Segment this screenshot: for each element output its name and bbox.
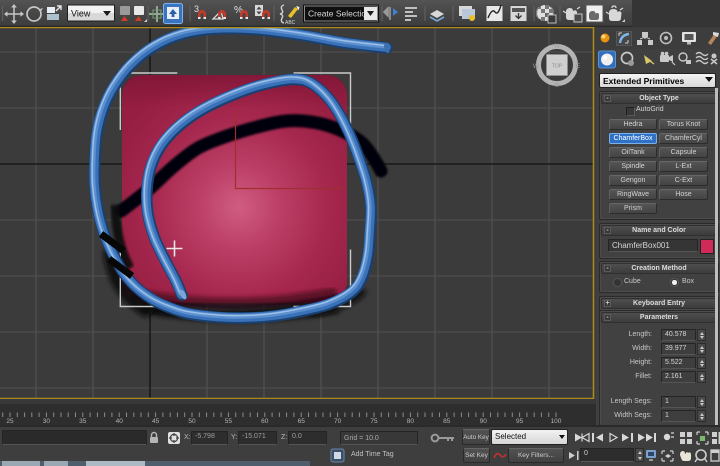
svg-text:25: 25 (6, 418, 14, 425)
svg-text:100: 100 (551, 418, 562, 425)
svg-text:60: 60 (261, 418, 269, 425)
svg-text:30: 30 (43, 418, 51, 425)
svg-text:3: 3 (194, 4, 199, 14)
svg-text:35: 35 (79, 418, 87, 425)
svg-text:45: 45 (152, 418, 160, 425)
svg-text:75: 75 (370, 418, 378, 425)
svg-text:TOP: TOP (552, 64, 563, 70)
svg-text:Create Selection: Create Selection (308, 9, 371, 19)
svg-text:View: View (71, 9, 91, 19)
svg-text:E: E (576, 63, 581, 70)
svg-text:80: 80 (407, 418, 415, 425)
svg-text:W: W (533, 63, 540, 70)
svg-text:65: 65 (298, 418, 306, 425)
svg-text:S: S (555, 82, 560, 89)
svg-text:55: 55 (225, 418, 233, 425)
svg-text:70: 70 (334, 418, 342, 425)
svg-text:95: 95 (516, 418, 524, 425)
svg-text:N: N (555, 43, 560, 50)
svg-text:90: 90 (480, 418, 488, 425)
svg-text:85: 85 (443, 418, 451, 425)
svg-text:40: 40 (116, 418, 124, 425)
svg-text:50: 50 (188, 418, 196, 425)
svg-text:ABC: ABC (285, 20, 296, 26)
